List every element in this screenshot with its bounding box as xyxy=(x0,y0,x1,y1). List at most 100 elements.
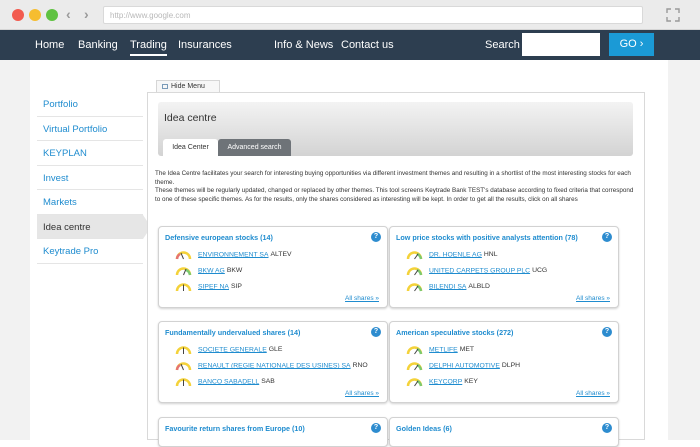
intro-paragraph-2: These themes will be regularly updated, … xyxy=(155,187,634,204)
list-item: DELPHI AUTOMOTIVE DLPH xyxy=(406,360,520,372)
card-title: Fundamentally undervalued shares (14) xyxy=(165,328,301,337)
main-navigation: Home Banking Trading Insurances Info & N… xyxy=(0,30,700,60)
stock-link[interactable]: BILENDI SA xyxy=(429,283,466,290)
hide-menu-label: Hide Menu xyxy=(171,83,205,90)
card-title: American speculative stocks (272) xyxy=(396,328,514,337)
help-icon[interactable]: ? xyxy=(371,423,381,433)
sidebar-item-markets[interactable]: Markets xyxy=(37,190,143,215)
gauge-icon xyxy=(175,378,192,387)
list-item: SOCIETE GENERALE GLE xyxy=(175,344,282,356)
minimize-window-icon[interactable] xyxy=(29,9,41,21)
back-arrow-icon[interactable]: ‹ xyxy=(66,6,71,22)
list-item: UNITED CARPETS GROUP PLC UCG xyxy=(406,265,547,277)
nav-banking[interactable]: Banking xyxy=(78,39,118,51)
intro-paragraph-1: The Idea Centre facilitates your search … xyxy=(155,170,631,186)
stock-link[interactable]: RENAULT (REGIE NATIONALE DES USINES) SA xyxy=(198,362,351,369)
stock-link[interactable]: DELPHI AUTOMOTIVE xyxy=(429,362,500,369)
sidebar-item-idea-centre[interactable]: Idea centre xyxy=(37,214,151,239)
stock-link[interactable]: SIPEF NA xyxy=(198,283,229,290)
nav-trading[interactable]: Trading xyxy=(130,39,167,56)
all-shares-link[interactable]: All shares » xyxy=(345,295,379,302)
intro-text: The Idea Centre facilitates your search … xyxy=(155,170,635,205)
stock-ticker: HNL xyxy=(483,251,498,259)
stock-ticker: DLPH xyxy=(501,362,521,370)
stock-link[interactable]: BKW AG xyxy=(198,267,225,274)
gauge-icon xyxy=(175,251,192,260)
maximize-window-icon[interactable] xyxy=(46,9,58,21)
forward-arrow-icon[interactable]: › xyxy=(84,6,89,22)
nav-insurances[interactable]: Insurances xyxy=(178,39,232,51)
gauge-icon xyxy=(175,362,192,371)
page-title: Idea centre xyxy=(164,112,217,124)
nav-home[interactable]: Home xyxy=(35,39,64,51)
list-item: METLIFE MET xyxy=(406,344,474,356)
stock-ticker: RNO xyxy=(352,362,368,370)
theme-card-defensive-european: Defensive european stocks (14) ? ENVIRON… xyxy=(158,226,388,308)
stock-ticker: SIP xyxy=(230,283,242,291)
stock-ticker: SAB xyxy=(261,378,275,386)
stock-link[interactable]: SOCIETE GENERALE xyxy=(198,346,267,353)
tab-advanced-search[interactable]: Advanced search xyxy=(218,139,291,156)
stock-link[interactable]: KEYCORP xyxy=(429,378,462,385)
gauge-icon xyxy=(406,346,423,355)
list-item: BILENDI SA ALBLD xyxy=(406,281,490,293)
close-window-icon[interactable] xyxy=(12,9,24,21)
gauge-icon xyxy=(406,378,423,387)
card-title: Low price stocks with positive analysts … xyxy=(396,233,578,242)
nav-info-news[interactable]: Info & News xyxy=(274,39,333,51)
gauge-icon xyxy=(175,267,192,276)
list-item: KEYCORP KEY xyxy=(406,376,478,388)
sidebar-item-portfolio[interactable]: Portfolio xyxy=(37,92,143,117)
sidebar-item-keytrade-pro[interactable]: Keytrade Pro xyxy=(37,239,143,264)
card-title: Defensive european stocks (14) xyxy=(165,233,273,242)
theme-card-favourite-return: Favourite return shares from Europe (10)… xyxy=(158,417,388,447)
all-shares-link[interactable]: All shares » xyxy=(345,390,379,397)
gauge-icon xyxy=(406,251,423,260)
all-shares-link[interactable]: All shares » xyxy=(576,390,610,397)
stock-ticker: BKW xyxy=(226,267,243,275)
list-item: SIPEF NA SIP xyxy=(175,281,242,293)
help-icon[interactable]: ? xyxy=(371,232,381,242)
browser-window: ‹ › http://www.google.com Home Banking T… xyxy=(0,0,700,447)
sidebar-item-keyplan[interactable]: KEYPLAN xyxy=(37,141,143,166)
help-icon[interactable]: ? xyxy=(602,232,612,242)
chevron-right-icon: › xyxy=(639,38,644,50)
address-bar[interactable]: http://www.google.com xyxy=(103,6,643,24)
stock-ticker: GLE xyxy=(268,346,283,354)
gauge-icon xyxy=(406,283,423,292)
theme-card-american-speculative: American speculative stocks (272) ? METL… xyxy=(389,321,619,403)
stock-link[interactable]: UNITED CARPETS GROUP PLC xyxy=(429,267,530,274)
stock-link[interactable]: METLIFE xyxy=(429,346,458,353)
list-item: ENVIRONNEMENT SA ALTEV xyxy=(175,249,292,261)
theme-card-golden-ideas: Golden Ideas (6) ? xyxy=(389,417,619,447)
nav-contact-us[interactable]: Contact us xyxy=(341,39,394,51)
hide-menu-button[interactable]: Hide Menu xyxy=(156,80,220,92)
fullscreen-icon[interactable] xyxy=(666,8,680,22)
stock-link[interactable]: BANCO SABADELL xyxy=(198,378,259,385)
sidebar-item-invest[interactable]: Invest xyxy=(37,166,143,190)
list-item: BKW AG BKW xyxy=(175,265,242,277)
stock-ticker: KEY xyxy=(464,378,478,386)
list-item: BANCO SABADELL SAB xyxy=(175,376,275,388)
theme-card-low-price-stocks: Low price stocks with positive analysts … xyxy=(389,226,619,308)
help-icon[interactable]: ? xyxy=(371,327,381,337)
card-title: Golden Ideas (6) xyxy=(396,424,452,433)
help-icon[interactable]: ? xyxy=(602,327,612,337)
browser-toolbar: ‹ › http://www.google.com xyxy=(0,0,700,30)
stock-link[interactable]: DR. HOENLE AG xyxy=(429,251,482,258)
stock-ticker: ALTEV xyxy=(270,251,292,259)
stock-link[interactable]: ENVIRONNEMENT SA xyxy=(198,251,269,258)
gauge-icon xyxy=(406,267,423,276)
search-input[interactable] xyxy=(522,33,600,56)
stock-ticker: ALBLD xyxy=(468,283,490,291)
sidebar-item-virtual-portfolio[interactable]: Virtual Portfolio xyxy=(37,117,143,141)
all-shares-link[interactable]: All shares » xyxy=(576,295,610,302)
collapse-menu-icon xyxy=(162,83,168,89)
list-item: DR. HOENLE AG HNL xyxy=(406,249,498,261)
stock-ticker: MET xyxy=(459,346,475,354)
help-icon[interactable]: ? xyxy=(602,423,612,433)
search-label: Search xyxy=(485,39,520,51)
tab-idea-center[interactable]: Idea Center xyxy=(163,139,218,156)
go-button[interactable]: GO › xyxy=(609,33,654,56)
go-button-label: GO xyxy=(619,38,637,50)
